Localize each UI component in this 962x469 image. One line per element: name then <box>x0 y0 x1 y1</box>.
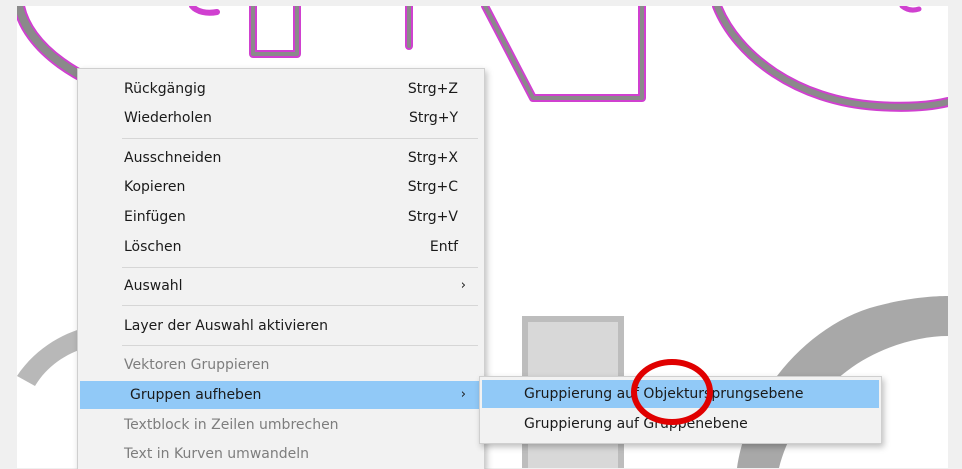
chevron-right-icon: › <box>460 387 466 402</box>
menu-item-ungroup[interactable]: Gruppen aufheben › <box>80 381 482 409</box>
menu-item-shortcut: Strg+Z <box>407 81 458 97</box>
menu-separator <box>122 138 478 139</box>
menu-item-label: Text in Kurven umwandeln <box>124 446 309 462</box>
menu-item-group-vectors: Vektoren Gruppieren <box>80 351 482 379</box>
menu-item-label: Kopieren <box>124 179 186 195</box>
menu-item-undo[interactable]: Rückgängig Strg+Z <box>80 75 482 103</box>
menu-separator <box>122 345 478 346</box>
menu-item-delete[interactable]: Löschen Entf <box>80 233 482 261</box>
menu-item-label: Textblock in Zeilen umbrechen <box>124 417 339 433</box>
menu-item-label: Ausschneiden <box>124 150 222 166</box>
menu-item-cut[interactable]: Ausschneiden Strg+X <box>80 144 482 172</box>
menu-item-label: Gruppen aufheben <box>130 387 262 403</box>
menu-item-paste[interactable]: Einfügen Strg+V <box>80 203 482 231</box>
menu-item-shortcut: Strg+V <box>407 209 458 225</box>
menu-item-activate-layer[interactable]: Layer der Auswahl aktivieren <box>80 312 482 340</box>
menu-item-shortcut: Strg+X <box>407 150 458 166</box>
menu-item-label: Vektoren Gruppieren <box>124 357 270 373</box>
menu-separator <box>122 267 478 268</box>
menu-item-label: Wiederholen <box>124 110 212 126</box>
artwork-arc-top-small <box>189 6 220 16</box>
menu-item-label: Layer der Auswahl aktivieren <box>124 318 328 334</box>
menu-item-selection[interactable]: Auswahl › <box>80 272 482 300</box>
menu-item-shortcut: Strg+Y <box>408 110 458 126</box>
chevron-right-icon: › <box>460 278 466 293</box>
menu-item-redo[interactable]: Wiederholen Strg+Y <box>80 104 482 132</box>
menu-item-label: Gruppierung auf Gruppenebene <box>524 416 748 432</box>
menu-item-text-to-curves: Text in Kurven umwandeln <box>80 440 482 468</box>
artwork-bar-vertical <box>249 6 301 58</box>
menu-item-label: Einfügen <box>124 209 186 225</box>
menu-item-shortcut: Entf <box>429 239 458 255</box>
menu-item-label: Löschen <box>124 239 182 255</box>
menu-item-copy[interactable]: Kopieren Strg+C <box>80 173 482 201</box>
context-menu: Rückgängig Strg+Z Wiederholen Strg+Y Aus… <box>77 68 485 469</box>
menu-separator <box>122 305 478 306</box>
menu-item-shortcut: Strg+C <box>407 179 458 195</box>
menu-item-label: Auswahl <box>124 278 183 294</box>
red-highlight-circle <box>631 359 713 425</box>
menu-item-label: Rückgängig <box>124 81 206 97</box>
menu-item-wrap-textblock: Textblock in Zeilen umbrechen <box>80 411 482 439</box>
